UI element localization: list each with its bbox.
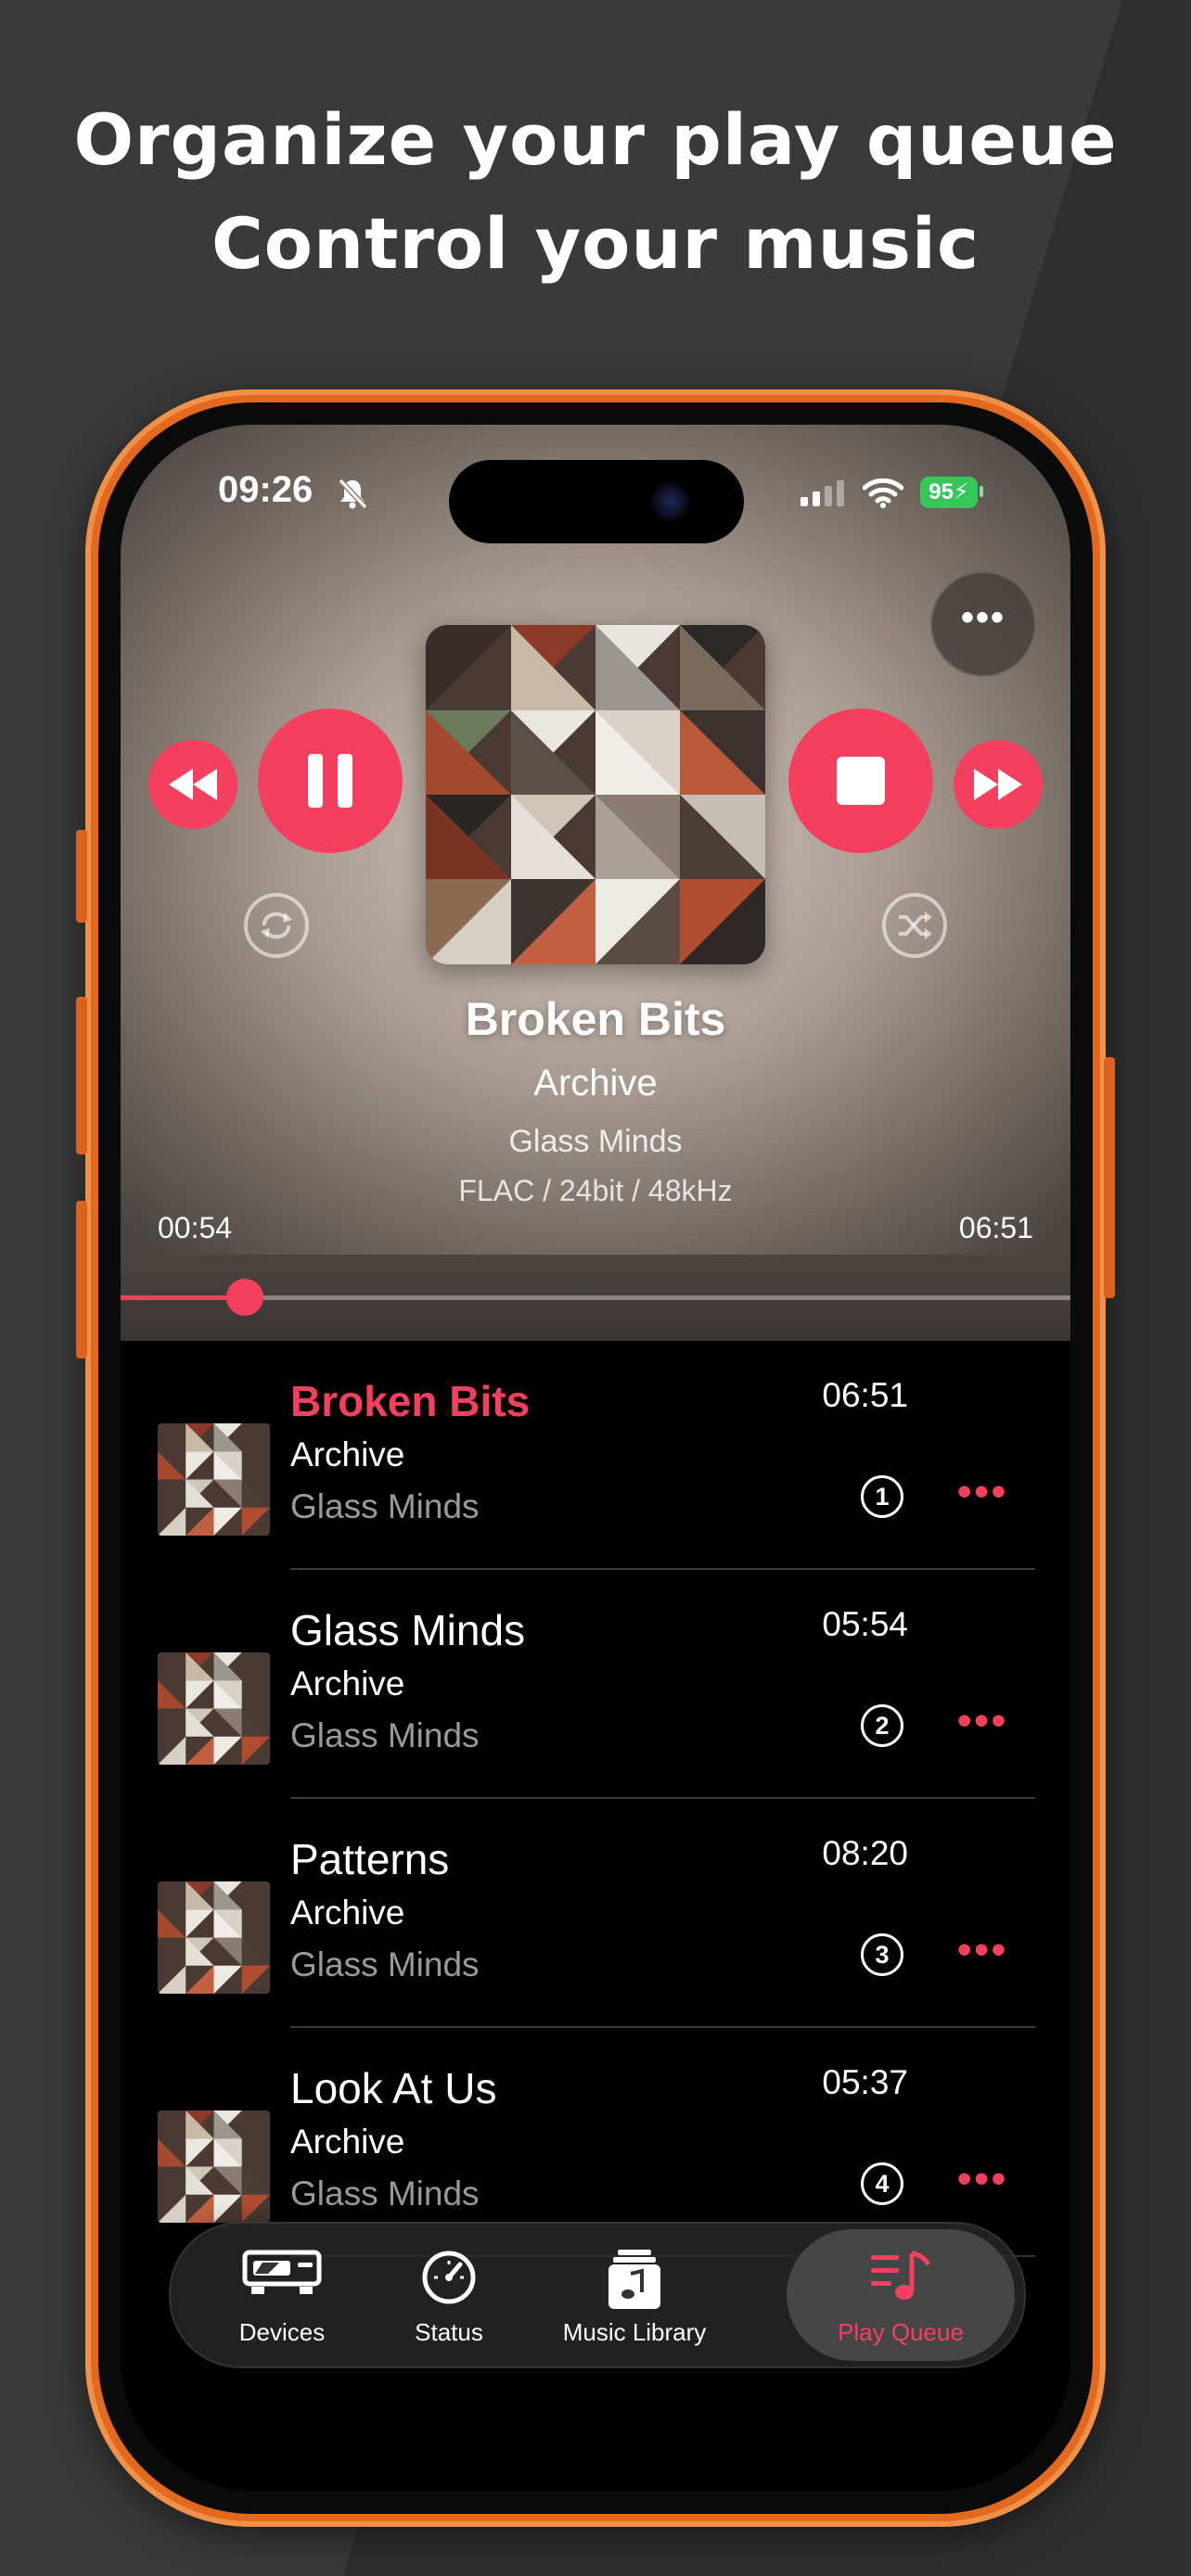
play-queue-icon — [871, 2251, 930, 2300]
track-title: Glass Minds — [290, 1606, 526, 1654]
track-thumbnail — [158, 2111, 270, 2223]
queue-row[interactable]: Broken Bits Archive Glass Minds 06:51 1 ••• — [121, 1341, 1070, 1570]
tab-status[interactable]: Status — [375, 2224, 523, 2366]
tab-label: Music Library — [562, 2318, 707, 2346]
battery-nub — [980, 486, 983, 497]
bell-slash-icon — [338, 478, 368, 510]
wifi-icon — [863, 478, 903, 508]
repeat-icon — [261, 912, 292, 939]
queue-position-badge: 3 — [861, 1933, 903, 1976]
camera-icon — [651, 482, 690, 521]
total-duration: 06:51 — [958, 1211, 1033, 1244]
track-duration: 05:37 — [822, 2063, 908, 2101]
battery-level: 95 — [928, 479, 954, 504]
track-artist: Glass Minds — [290, 1487, 480, 1525]
repeat-button[interactable] — [244, 893, 309, 958]
pause-icon — [308, 754, 352, 808]
track-thumbnail — [158, 1881, 270, 1994]
progress-scrubber[interactable] — [226, 1279, 264, 1316]
dynamic-island — [449, 460, 744, 543]
shuffle-button[interactable] — [882, 893, 947, 958]
more-options-button[interactable]: ••• — [930, 571, 1036, 677]
queue-position-badge: 2 — [861, 1704, 903, 1747]
gauge-icon — [422, 2251, 476, 2304]
now-playing-album: Archive — [533, 1063, 658, 1103]
now-playing-title: Broken Bits — [465, 993, 726, 1045]
track-album: Archive — [290, 2123, 405, 2161]
track-album: Archive — [290, 1894, 405, 1932]
marketing-headline: Organize your play queue Control your mu… — [0, 88, 1191, 296]
headline-line-1: Organize your play queue — [73, 98, 1118, 181]
fast-forward-button[interactable] — [954, 740, 1043, 829]
track-artist: Glass Minds — [290, 1716, 480, 1754]
track-duration: 08:20 — [822, 1834, 908, 1872]
track-title: Look At Us — [290, 2064, 497, 2112]
cellular-signal-icon — [800, 480, 844, 506]
track-more-button[interactable]: ••• — [957, 2156, 1008, 2202]
pause-button[interactable] — [258, 708, 403, 853]
track-artist: Glass Minds — [290, 1945, 480, 1983]
volume-down-button — [76, 1201, 87, 1358]
status-time: 09:26 — [218, 469, 314, 510]
track-album: Archive — [290, 1435, 405, 1473]
stop-icon — [837, 757, 885, 805]
track-more-button[interactable]: ••• — [957, 1698, 1008, 1744]
devices-icon — [242, 2250, 322, 2294]
track-thumbnail — [158, 1652, 270, 1765]
album-cover-art — [426, 625, 765, 964]
action-button — [76, 830, 87, 923]
rewind-icon — [169, 769, 217, 800]
now-playing-artist: Glass Minds — [508, 1124, 683, 1159]
stop-button[interactable] — [788, 708, 933, 853]
queue-position-badge: 1 — [861, 1475, 903, 1518]
track-title: Broken Bits — [290, 1377, 531, 1425]
tab-bar: Devices Status Music Library Play Queue — [169, 2222, 1026, 2368]
queue-row[interactable]: Patterns Archive Glass Minds 08:20 3 ••• — [121, 1799, 1070, 2028]
phone-screen: 09:26 95⚡ ••• Broken Bits Archive Glass … — [121, 425, 1070, 2491]
power-button — [1104, 1057, 1115, 1298]
shuffle-icon — [899, 912, 932, 939]
track-duration: 06:51 — [822, 1376, 908, 1414]
album-cover — [426, 625, 765, 964]
tab-music-library[interactable]: Music Library — [532, 2224, 736, 2366]
track-duration: 05:54 — [822, 1605, 908, 1643]
charging-bolt-icon: ⚡ — [953, 479, 969, 504]
track-album: Archive — [290, 1664, 405, 1702]
fast-forward-icon — [974, 769, 1022, 800]
track-thumbnail — [158, 1423, 270, 1536]
rewind-button[interactable] — [148, 740, 237, 829]
tab-play-queue[interactable]: Play Queue — [787, 2229, 1015, 2361]
track-artist: Glass Minds — [290, 2174, 480, 2213]
tab-label: Status — [415, 2318, 483, 2346]
tab-label: Play Queue — [838, 2318, 964, 2346]
elapsed-time: 00:54 — [158, 1211, 233, 1244]
track-more-button[interactable]: ••• — [957, 1469, 1008, 1515]
audio-format: FLAC / 24bit / 48kHz — [458, 1174, 733, 1207]
track-title: Patterns — [290, 1835, 450, 1883]
battery-indicator: 95⚡ — [920, 477, 978, 508]
headline-line-2: Control your music — [211, 202, 980, 285]
queue-row[interactable]: Glass Minds Archive Glass Minds 05:54 2 ••• — [121, 1570, 1070, 1799]
tab-devices[interactable]: Devices — [198, 2224, 365, 2366]
volume-up-button — [76, 997, 87, 1154]
queue-position-badge: 4 — [861, 2162, 903, 2205]
music-library-icon — [608, 2250, 660, 2309]
tab-label: Devices — [238, 2318, 326, 2346]
track-more-button[interactable]: ••• — [957, 1927, 1008, 1973]
